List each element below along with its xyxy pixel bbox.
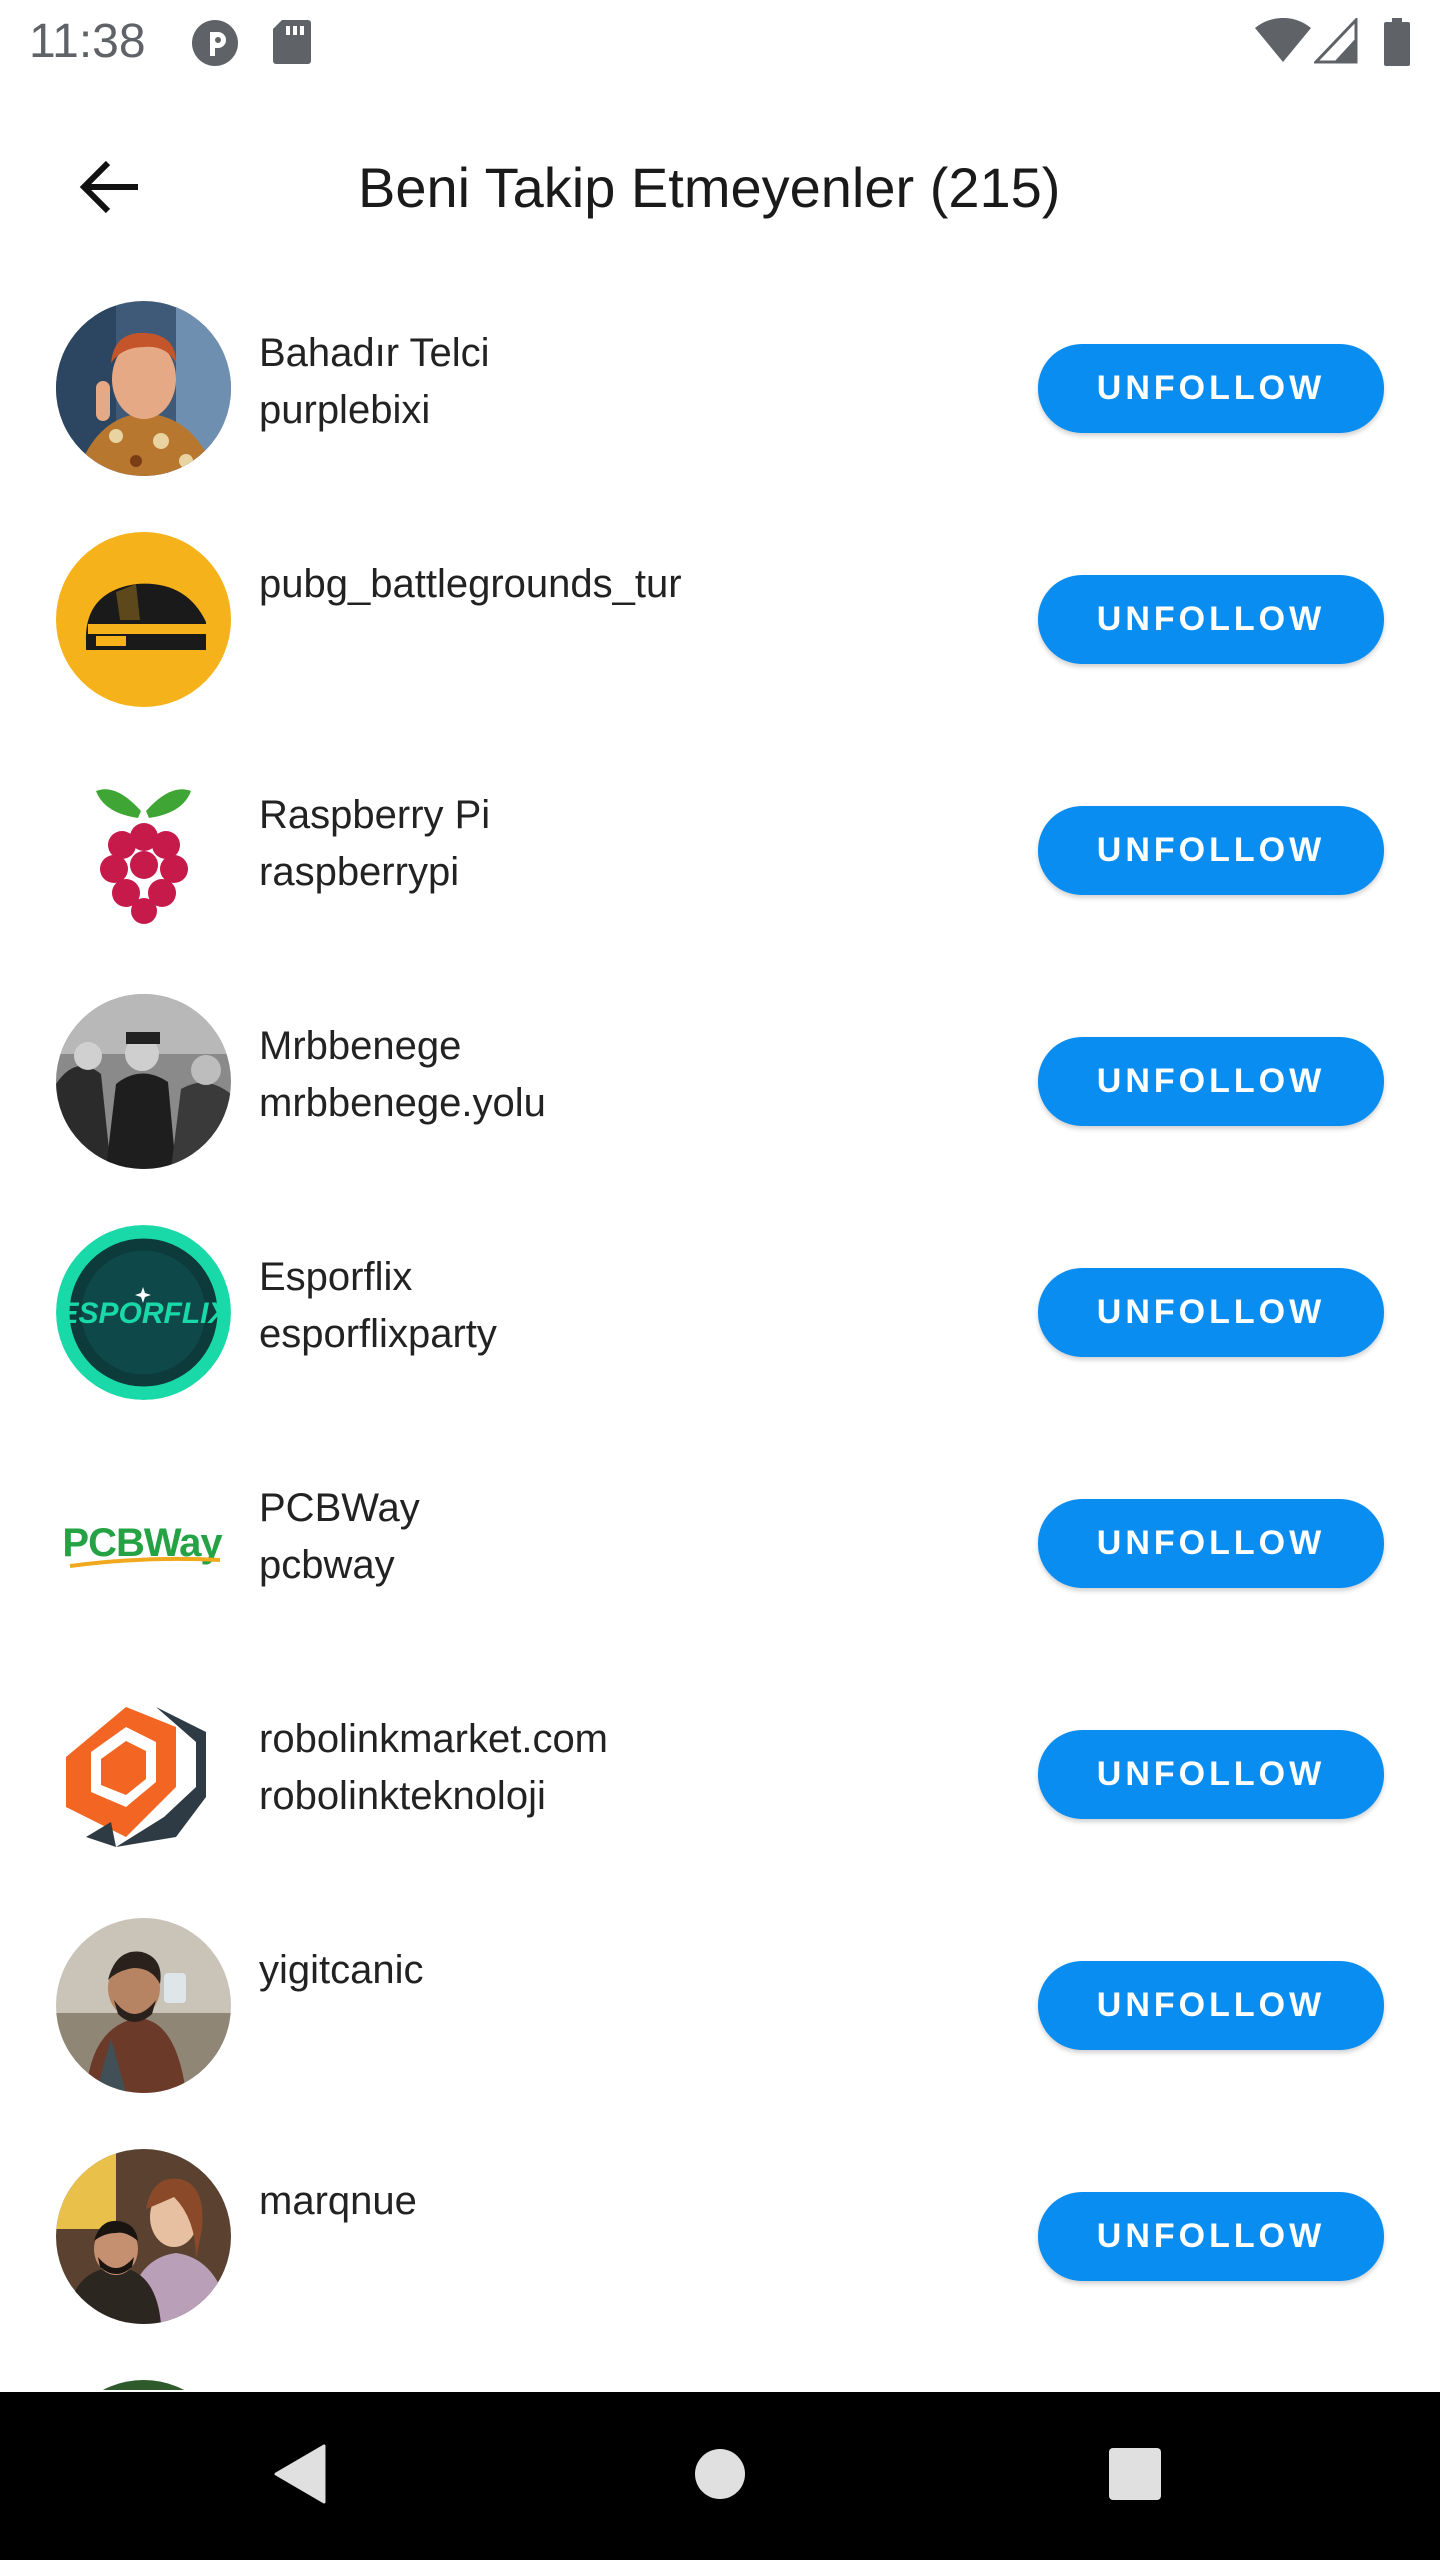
list-item: yigitcanic UNFOLLOW — [0, 1887, 1440, 2118]
list-item: ESPORFLIX Esporflix esporflixparty UNFOL… — [0, 1194, 1440, 1425]
user-info: robolinkmarket.com robolinkteknoloji — [259, 1711, 608, 1825]
avatar[interactable] — [56, 1687, 231, 1862]
unfollow-button[interactable]: UNFOLLOW — [1038, 575, 1384, 664]
list-item — [0, 2349, 1440, 2390]
wifi-icon — [1254, 17, 1312, 69]
display-name: robolinkmarket.com — [259, 1717, 609, 1761]
unfollow-button[interactable]: UNFOLLOW — [1038, 1268, 1384, 1357]
user-info: pubg_battlegrounds_tur — [259, 556, 682, 613]
nav-back-button[interactable] — [210, 2392, 390, 2560]
avatar[interactable] — [56, 2380, 231, 2390]
list-item: Mrbbenege mrbbenege.yolu UNFOLLOW — [0, 963, 1440, 1194]
user-info: Esporflix esporflixparty — [259, 1249, 497, 1363]
nav-recents-button[interactable] — [1045, 2392, 1225, 2560]
avatar[interactable]: ESPORFLIX — [56, 1225, 231, 1400]
list-item: robolinkmarket.com robolinkteknoloji UNF… — [0, 1656, 1440, 1887]
battery-icon — [1384, 18, 1410, 71]
user-info: Mrbbenege mrbbenege.yolu — [259, 1018, 546, 1132]
arrow-left-icon — [78, 158, 142, 221]
display-name: Esporflix — [259, 1255, 413, 1299]
square-recents-icon — [1108, 2447, 1162, 2506]
unfollow-button[interactable]: UNFOLLOW — [1038, 806, 1384, 895]
unfollow-button[interactable]: UNFOLLOW — [1038, 344, 1384, 433]
cellular-signal-icon — [1312, 16, 1358, 69]
unfollow-button[interactable]: UNFOLLOW — [1038, 1499, 1384, 1588]
page-title: Beni Takip Etmeyenler (215) — [358, 156, 1061, 219]
app-bar: Beni Takip Etmeyenler (215) — [0, 84, 1440, 280]
username: marqnue — [259, 2179, 417, 2223]
unfollow-button[interactable]: UNFOLLOW — [1038, 1730, 1384, 1819]
avatar[interactable] — [56, 994, 231, 1169]
unfollow-button[interactable]: UNFOLLOW — [1038, 1961, 1384, 2050]
user-info: Raspberry Pi raspberrypi — [259, 787, 490, 901]
non-followers-list[interactable]: Bahadır Telci purplebixi UNFOLLOW pubg_b… — [0, 270, 1440, 2390]
display-name: Bahadır Telci — [259, 331, 490, 375]
circle-home-icon — [694, 2448, 746, 2505]
user-info: marqnue — [259, 2173, 417, 2230]
user-info: PCBWay pcbway — [259, 1480, 420, 1594]
username: pubg_battlegrounds_tur — [259, 562, 682, 606]
user-info: Bahadır Telci purplebixi — [259, 325, 490, 439]
svg-text:ESPORFLIX: ESPORFLIX — [58, 1297, 230, 1330]
status-time: 11:38 — [29, 15, 146, 68]
list-item: marqnue UNFOLLOW — [0, 2118, 1440, 2349]
avatar[interactable] — [56, 2149, 231, 2324]
triangle-back-icon — [272, 2444, 328, 2509]
list-item: Raspberry Pi raspberrypi UNFOLLOW — [0, 732, 1440, 963]
username: mrbbenege.yolu — [259, 1081, 546, 1125]
username: yigitcanic — [259, 1948, 424, 1992]
display-name: Mrbbenege — [259, 1024, 462, 1068]
username: esporflixparty — [259, 1312, 497, 1356]
avatar[interactable] — [56, 532, 231, 707]
notification-app-icon — [190, 18, 240, 73]
status-bar: 11:38 — [0, 0, 1440, 84]
display-name: PCBWay — [259, 1486, 420, 1530]
back-button[interactable] — [60, 139, 160, 239]
sd-card-icon — [272, 18, 312, 71]
avatar[interactable] — [56, 1918, 231, 2093]
list-item: Bahadır Telci purplebixi UNFOLLOW — [0, 270, 1440, 501]
username: purplebixi — [259, 388, 431, 432]
system-navigation-bar — [0, 2392, 1440, 2560]
username: raspberrypi — [259, 850, 460, 894]
list-item: PCBWay PCBWay pcbway UNFOLLOW — [0, 1425, 1440, 1656]
avatar[interactable] — [56, 301, 231, 476]
display-name: Raspberry Pi — [259, 793, 491, 837]
list-item: pubg_battlegrounds_tur UNFOLLOW — [0, 501, 1440, 732]
nav-home-button[interactable] — [630, 2392, 810, 2560]
username: pcbway — [259, 1543, 395, 1587]
unfollow-button[interactable]: UNFOLLOW — [1038, 2192, 1384, 2281]
avatar[interactable]: PCBWay — [56, 1456, 231, 1631]
unfollow-button[interactable]: UNFOLLOW — [1038, 1037, 1384, 1126]
user-info: yigitcanic — [259, 1942, 424, 1999]
username: robolinkteknoloji — [259, 1774, 546, 1818]
avatar[interactable] — [56, 763, 231, 938]
